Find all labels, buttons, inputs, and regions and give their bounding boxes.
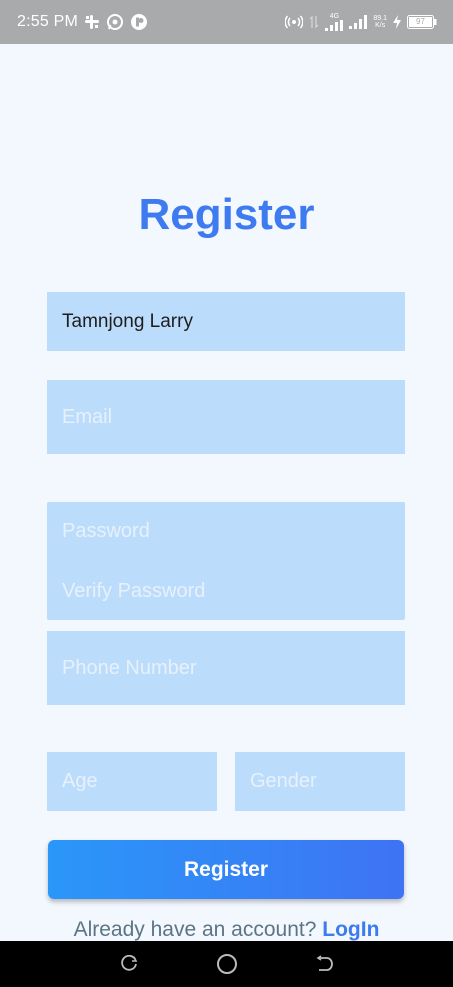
page-title: Register bbox=[138, 190, 315, 239]
slack-icon bbox=[84, 14, 100, 30]
password-group bbox=[47, 502, 405, 620]
login-prompt-text: Already have an account? bbox=[73, 918, 317, 941]
name-field[interactable] bbox=[47, 292, 405, 351]
gender-field[interactable] bbox=[235, 752, 405, 811]
register-screen: Register Register Already have an accoun… bbox=[2, 44, 451, 941]
system-nav-bar bbox=[0, 941, 453, 987]
signal-2-icon bbox=[349, 15, 368, 29]
status-bar: 2:55 PM 4G 89.1 K/s 97 bbox=[0, 0, 453, 44]
email-field[interactable] bbox=[47, 380, 405, 454]
back-icon[interactable] bbox=[315, 955, 335, 973]
password-field[interactable] bbox=[47, 502, 405, 560]
network-type: 4G bbox=[329, 13, 340, 20]
signal-icon: 4G bbox=[325, 13, 344, 31]
register-button[interactable]: Register bbox=[48, 840, 404, 899]
charging-icon bbox=[393, 15, 401, 29]
age-field[interactable] bbox=[47, 752, 217, 811]
network-speed-unit: K/s bbox=[375, 22, 386, 29]
phone-number-field[interactable] bbox=[47, 631, 405, 705]
whatsapp-icon bbox=[106, 13, 124, 31]
hotspot-icon bbox=[285, 15, 304, 29]
network-speed-value: 89.1 bbox=[373, 15, 387, 22]
data-arrows-icon bbox=[309, 15, 319, 29]
network-speed: 89.1 K/s bbox=[373, 15, 387, 29]
status-time: 2:55 PM bbox=[17, 13, 78, 30]
home-icon[interactable] bbox=[216, 953, 238, 975]
battery-icon: 97 bbox=[407, 15, 437, 29]
login-link[interactable]: LogIn bbox=[322, 918, 379, 941]
recents-icon[interactable] bbox=[119, 955, 139, 973]
app-notification-icon bbox=[130, 13, 148, 31]
battery-level: 97 bbox=[416, 17, 425, 26]
login-prompt: Already have an account? LogIn bbox=[2, 918, 451, 941]
verify-password-field[interactable] bbox=[47, 562, 405, 620]
